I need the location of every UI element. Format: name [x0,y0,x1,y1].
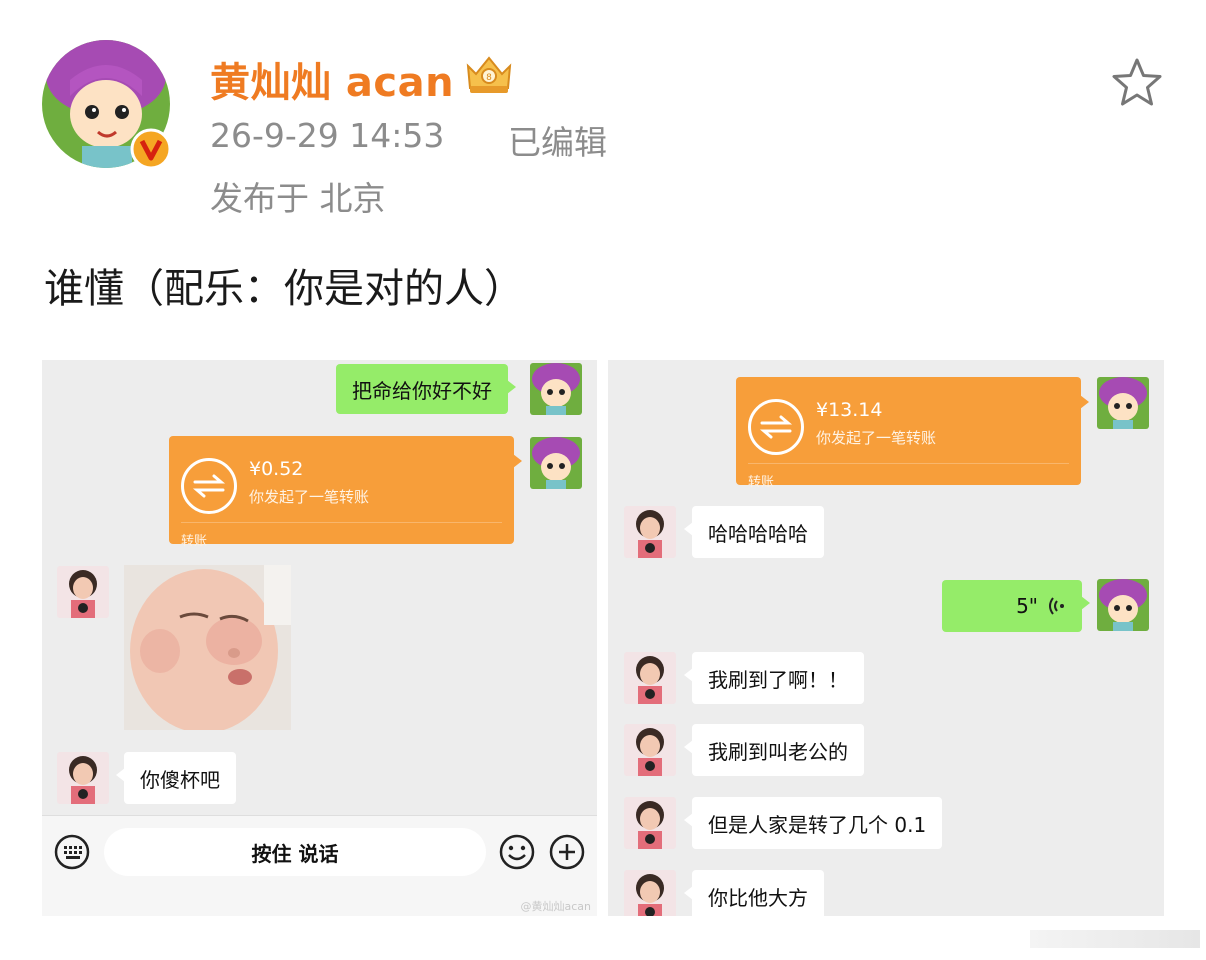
transfer-icon [748,399,804,455]
watermark: @黄灿灿acan [520,900,591,913]
contact-avatar [57,752,109,804]
voice-wave-icon [1049,597,1064,615]
message-text: 哈哈哈哈哈 [708,521,808,546]
message-text: 把命给你好不好 [352,378,492,403]
post-text: 谁懂（配乐：你是对的人） [44,266,524,312]
svg-text:8: 8 [486,73,492,83]
post-location: 发布于 北京 [210,179,386,218]
transfer-amount: ¥0.52 [249,458,304,480]
hold-to-talk-button[interactable]: 按住 说话 [104,828,486,876]
contact-avatar [624,506,676,558]
divider [181,522,502,523]
chat-input-bar: 按住 说话 @黄灿灿acan [42,815,597,916]
contact-avatar [57,566,109,618]
message-text: 我刷到叫老公的 [708,739,848,764]
divider [748,463,1069,464]
plus-icon[interactable] [549,834,585,870]
chat-bubble-incoming: 哈哈哈哈哈 [684,506,824,558]
transfer-card[interactable]: ¥0.52 你发起了一笔转账 转账 [169,436,522,549]
contact-avatar [624,724,676,776]
transfer-amount: ¥13.14 [816,399,883,421]
voice-duration: 5" [1016,594,1038,618]
vip-crown-icon: 8 [466,56,512,93]
author-name[interactable]: 黄灿灿 acan [210,50,454,108]
message-text: 但是人家是转了几个 0.1 [708,812,927,837]
favorite-star-icon[interactable] [1110,56,1164,110]
transfer-label: 转账 [181,534,208,549]
emoji-icon[interactable] [499,834,535,870]
self-avatar [530,437,582,489]
edited-label[interactable]: 已编辑 [508,116,607,164]
chat-bubble-incoming: 我刷到了啊！！ [684,652,864,704]
image-edge-shadow [1030,930,1200,948]
chat-screenshot-left[interactable]: 把命给你好不好 ¥0.52 你发起了一笔转账 转账 你傻杯吧 按住 说话 @黄灿… [42,360,597,916]
author-avatar[interactable] [42,40,172,170]
transfer-label: 转账 [748,475,775,490]
sticker-image[interactable] [124,565,291,730]
transfer-icon [181,458,237,514]
message-text: 你傻杯吧 [140,767,220,792]
transfer-description: 你发起了一笔转账 [249,488,370,506]
self-avatar [1097,377,1149,429]
message-text: 你比他大方 [708,885,808,910]
self-avatar [530,363,582,415]
chat-bubble-incoming: 我刷到叫老公的 [684,724,864,776]
chat-bubble-outgoing: 把命给你好不好 [336,364,516,414]
post-time: 26-9-29 14:53 [210,116,445,155]
transfer-card[interactable]: ¥13.14 你发起了一笔转账 转账 [736,377,1089,490]
chat-bubble-incoming: 但是人家是转了几个 0.1 [683,797,943,849]
contact-avatar [624,797,676,849]
chat-screenshot-right[interactable]: ¥13.14 你发起了一笔转账 转账 哈哈哈哈哈 5" 我刷到了啊！！ 我刷到叫… [608,360,1164,916]
chat-bubble-incoming: 你傻杯吧 [116,752,236,804]
keyboard-icon[interactable] [54,834,90,870]
voice-message-bubble[interactable]: 5" [942,580,1090,632]
contact-avatar [624,652,676,704]
transfer-description: 你发起了一笔转账 [816,429,937,447]
chat-bubble-incoming: 你比他大方 [684,870,824,916]
self-avatar [1097,579,1149,631]
contact-avatar [624,870,676,916]
verified-badge-icon [130,128,172,170]
message-text: 我刷到了啊！！ [708,667,848,692]
